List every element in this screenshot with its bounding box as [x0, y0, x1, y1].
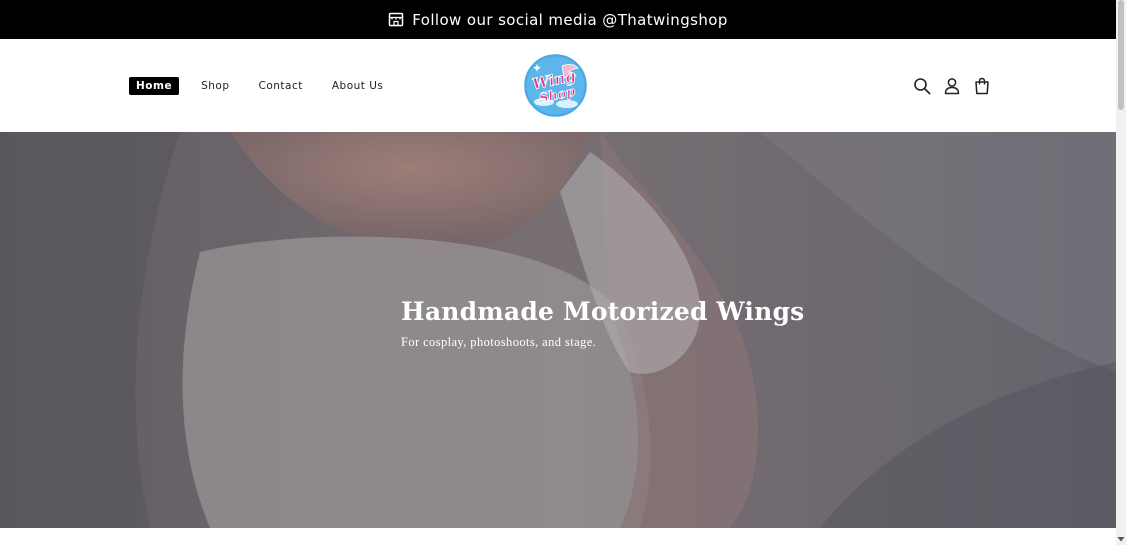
- hero-subtitle: For cosplay, photoshoots, and stage.: [401, 335, 597, 349]
- main-nav: Home Shop Contact About Us: [129, 77, 405, 95]
- scrollbar[interactable]: [1116, 0, 1126, 545]
- announcement-bar: Follow our social media @Thatwingshop: [0, 0, 1116, 39]
- announcement-text[interactable]: Follow our social media @Thatwingshop: [412, 11, 728, 29]
- hero-title: Handmade Motorized Wings: [401, 297, 805, 326]
- hero-banner: Handmade Motorized Wings For cosplay, ph…: [0, 132, 1116, 528]
- nav-item-home[interactable]: Home: [129, 77, 180, 95]
- nav-item-about-us[interactable]: About Us: [325, 77, 391, 95]
- hero-overlay: [0, 132, 1116, 528]
- header-icons: [913, 77, 991, 95]
- nav-item-contact[interactable]: Contact: [252, 77, 310, 95]
- site-header: Home Shop Contact About Us Wing Shop: [0, 39, 1116, 132]
- cart-icon[interactable]: [973, 77, 991, 95]
- scroll-down-arrow-icon[interactable]: [1117, 535, 1125, 543]
- nav-item-shop[interactable]: Shop: [194, 77, 236, 95]
- page: Follow our social media @Thatwingshop Ho…: [0, 0, 1116, 545]
- account-icon[interactable]: [943, 77, 961, 95]
- wing-shop-logo[interactable]: Wing Shop: [522, 52, 589, 119]
- scrollbar-thumb[interactable]: [1118, 0, 1124, 110]
- storefront-icon: [389, 12, 404, 27]
- search-icon[interactable]: [913, 77, 931, 95]
